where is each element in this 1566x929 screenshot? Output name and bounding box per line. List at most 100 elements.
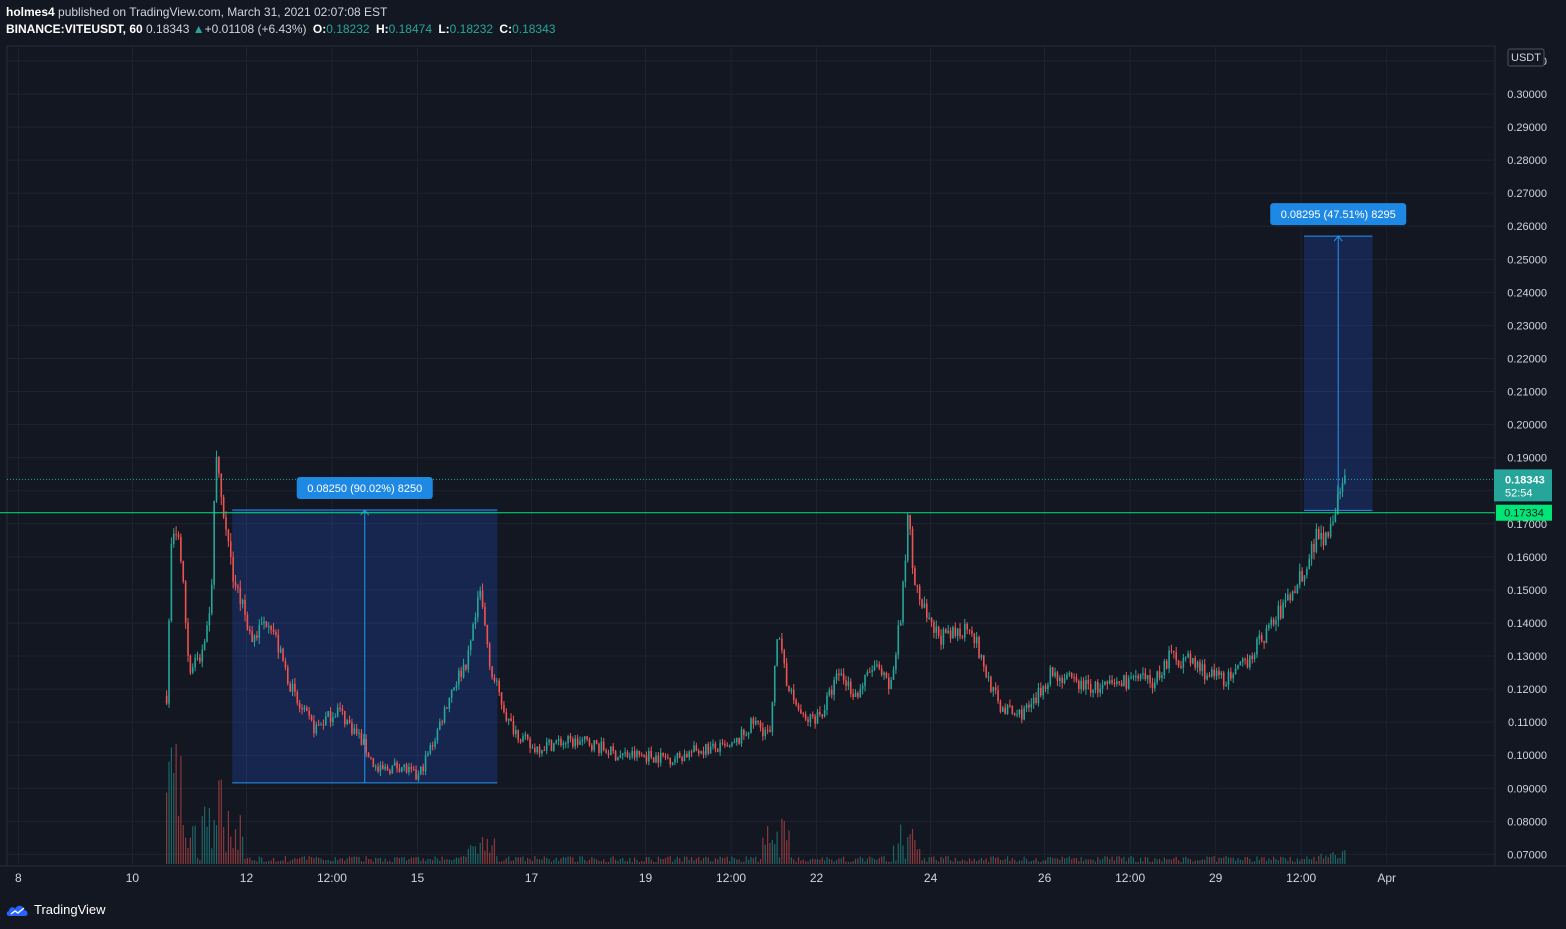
x-tick-label: 17 <box>525 871 539 885</box>
candle-body <box>1189 653 1192 664</box>
candle-body <box>716 748 719 752</box>
candle-body <box>918 586 921 600</box>
candle-body <box>510 718 512 722</box>
candle-body <box>697 750 700 754</box>
y-tick-label: 0.07000 <box>1507 849 1547 861</box>
candle-body <box>1137 675 1140 679</box>
author-name[interactable]: holmes4 <box>6 5 55 19</box>
candle-body <box>557 738 560 741</box>
y-tick-label: 0.26000 <box>1507 221 1547 233</box>
candle-body <box>1287 594 1289 601</box>
candle-body <box>303 707 306 710</box>
candle-body <box>633 751 636 758</box>
candle-body <box>346 720 348 725</box>
candle-body <box>305 707 308 711</box>
candle-body <box>1009 705 1011 707</box>
candle-body <box>840 673 843 675</box>
candle-body <box>203 641 206 650</box>
candle-body <box>828 689 831 696</box>
candle-body <box>1268 624 1270 629</box>
candle-body <box>165 695 168 704</box>
candle-body <box>284 661 287 668</box>
candle-body <box>519 740 522 742</box>
candle-body <box>617 757 619 761</box>
candle-body <box>396 762 398 769</box>
candle-body <box>804 714 807 720</box>
candle-body <box>469 640 472 651</box>
candle-body <box>735 737 738 743</box>
candle-body <box>994 687 997 691</box>
y-tick-label: 0.23000 <box>1507 320 1547 332</box>
candle-body <box>1246 659 1249 668</box>
candle-body <box>1028 704 1030 708</box>
candle-body <box>866 671 869 676</box>
candle-body <box>289 683 291 692</box>
price-chart[interactable]: 0.310000.300000.290000.280000.270000.260… <box>0 44 1566 893</box>
candle-body <box>180 537 182 562</box>
candle-body <box>878 664 881 669</box>
candle-body <box>1180 665 1182 668</box>
candle-body <box>1184 657 1187 659</box>
candle-body <box>944 629 947 633</box>
candle-body <box>1125 675 1128 689</box>
candle-body <box>170 543 173 621</box>
candle-body <box>595 740 598 744</box>
tradingview-logo[interactable]: TradingView <box>6 902 106 917</box>
candle-body <box>429 745 432 754</box>
candle-body <box>498 680 500 693</box>
candle-body <box>842 673 845 681</box>
candle-body <box>524 734 527 737</box>
y-tick-label: 0.29000 <box>1507 122 1547 134</box>
candle-body <box>759 722 762 728</box>
candle-body <box>978 636 980 658</box>
candle-body <box>332 717 334 723</box>
candle-body <box>769 730 771 732</box>
candle-body <box>415 769 417 780</box>
candle-body <box>282 648 284 662</box>
candle-body <box>968 629 971 631</box>
candle-body <box>1080 680 1082 690</box>
candle-body <box>343 711 346 725</box>
candle-body <box>1089 683 1092 693</box>
candle-body <box>954 627 957 636</box>
y-tick-label: 0.14000 <box>1507 618 1547 630</box>
y-tick-label: 0.10000 <box>1507 750 1547 762</box>
candle-body <box>719 742 721 752</box>
candle-body <box>752 718 755 724</box>
candle-body <box>1272 619 1275 625</box>
candle-body <box>1225 685 1227 687</box>
candle-body <box>743 729 745 735</box>
y-tick-label: 0.13000 <box>1507 651 1547 663</box>
candle-body <box>362 739 365 745</box>
symbol-name[interactable]: BINANCE:VITEUSDT, 60 <box>6 22 143 36</box>
candle-body <box>1146 675 1149 680</box>
candle-body <box>1325 532 1327 546</box>
measure-label: 0.08295 (47.51%) 8295 <box>1281 209 1396 221</box>
candle-body <box>529 738 531 749</box>
candle-body <box>1187 653 1189 658</box>
candle-body <box>553 743 555 751</box>
candle-body <box>389 770 391 774</box>
candle-body <box>458 670 460 685</box>
candle-body <box>992 687 995 692</box>
candle-body <box>227 529 230 542</box>
candle-body <box>410 766 413 770</box>
candle-body <box>895 654 897 670</box>
candle-body <box>821 714 824 717</box>
candle-body <box>531 747 534 749</box>
candle-body <box>652 757 655 763</box>
candle-body <box>1044 686 1047 690</box>
candle-body <box>636 750 638 758</box>
candle-body <box>902 581 904 623</box>
candle-body <box>709 746 712 754</box>
candle-body <box>277 634 280 653</box>
candle-body <box>270 626 272 630</box>
x-tick-label: 29 <box>1209 871 1223 885</box>
candle-body <box>795 700 797 705</box>
candle-body <box>365 739 367 753</box>
candle-body <box>819 711 821 715</box>
candle-body <box>930 617 933 622</box>
candle-body <box>1002 707 1004 712</box>
candle-body <box>1151 682 1154 689</box>
candle-body <box>961 636 964 638</box>
